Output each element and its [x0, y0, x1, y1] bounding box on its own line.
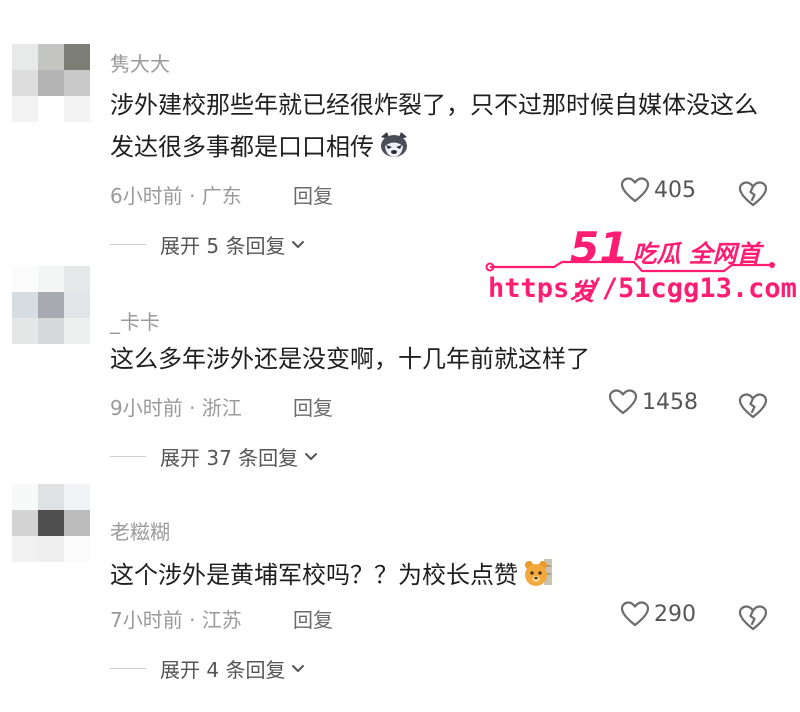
expand-replies-label: 展开 4 条回复	[160, 658, 286, 682]
expand-replies-button[interactable]: 展开 5 条回复	[110, 230, 305, 259]
avatar-mosaic-tile	[38, 484, 64, 510]
reply-button[interactable]: 回复	[293, 180, 333, 209]
avatar-mosaic-tile	[64, 484, 90, 510]
avatar-mosaic-tile	[38, 318, 64, 344]
comment-text: 涉外建校那些年就已经很炸裂了，只不过那时候自媒体没这么发达很多事都是口口相传	[110, 91, 758, 161]
comment-time-location: 6小时前 · 广东	[110, 184, 242, 208]
expand-replies-button[interactable]: 展开 37 条回复	[110, 442, 318, 471]
avatar-mosaic-tile	[12, 292, 38, 318]
heart-icon	[620, 601, 650, 627]
expand-replies-button[interactable]: 展开 4 条回复	[110, 654, 305, 683]
comment-text: 这么多年涉外还是没变啊，十几年前就这样了	[110, 345, 590, 373]
avatar-mosaic-tile	[38, 536, 64, 562]
comment-item: 老糍糊 这个涉外是黄埔军校吗？？为校长点赞 7小时前 · 江苏 回复 290 展…	[0, 484, 800, 702]
divider-line	[110, 244, 146, 245]
avatar-mosaic-tile	[38, 44, 64, 70]
avatar-mosaic-tile	[64, 44, 90, 70]
avatar-mosaic-tile	[38, 266, 64, 292]
avatar-mosaic-tile	[38, 70, 64, 96]
expand-replies-label: 展开 5 条回复	[160, 234, 286, 258]
avatar-mosaic-tile	[38, 96, 64, 122]
chevron-down-icon	[305, 452, 318, 460]
avatar-mosaic-tile	[64, 292, 90, 318]
avatar-mosaic-tile	[64, 266, 90, 292]
avatar-mosaic-tile	[64, 510, 90, 536]
comment-username[interactable]: 老糍糊	[110, 516, 170, 545]
comment-time-location: 7小时前 · 江苏	[110, 608, 242, 632]
avatar-mosaic-tile	[12, 70, 38, 96]
avatar[interactable]	[12, 484, 90, 562]
expand-replies-label: 展开 37 条回复	[160, 446, 299, 470]
like-count: 1458	[642, 389, 698, 415]
chevron-down-icon	[292, 240, 305, 248]
avatar-mosaic-tile	[12, 510, 38, 536]
avatar-mosaic-tile	[12, 484, 38, 510]
avatar-mosaic-tile	[64, 96, 90, 122]
comment-text: 这个涉外是黄埔军校吗？？为校长点赞	[110, 554, 770, 596]
watermark: 51 吃瓜 全网首发 https://51cgg13.com	[480, 215, 797, 315]
reply-button[interactable]: 回复	[293, 604, 333, 633]
avatar-mosaic-tile	[64, 536, 90, 562]
broken-heart-icon[interactable]	[738, 180, 768, 208]
like-button[interactable]: 405	[620, 176, 696, 204]
like-button[interactable]: 1458	[608, 388, 698, 416]
like-button[interactable]: 290	[620, 600, 696, 628]
heart-icon	[608, 389, 638, 415]
husky-emoji-icon	[381, 132, 407, 157]
avatar-mosaic-tile	[64, 318, 90, 344]
avatar[interactable]	[12, 266, 90, 344]
avatar[interactable]	[12, 44, 90, 122]
avatar-mosaic-tile	[12, 266, 38, 292]
broken-heart-icon[interactable]	[738, 604, 768, 632]
avatar-mosaic-tile	[12, 44, 38, 70]
like-count: 405	[654, 177, 696, 203]
chevron-down-icon	[292, 664, 305, 672]
heart-icon	[620, 177, 650, 203]
watermark-url: https://51cgg13.com	[488, 273, 797, 304]
comment-username[interactable]: _卡卡	[110, 306, 160, 335]
broken-heart-icon[interactable]	[738, 392, 768, 420]
avatar-mosaic-tile	[38, 510, 64, 536]
avatar-mosaic-tile	[38, 292, 64, 318]
avatar-mosaic-tile	[12, 96, 38, 122]
divider-line	[110, 456, 146, 457]
reply-button[interactable]: 回复	[293, 392, 333, 421]
comment-time-location: 9小时前 · 浙江	[110, 396, 242, 420]
like-count: 290	[654, 601, 696, 627]
bear-emoji-icon	[525, 559, 552, 586]
avatar-mosaic-tile	[12, 318, 38, 344]
avatar-mosaic-tile	[12, 536, 38, 562]
avatar-mosaic-tile	[64, 70, 90, 96]
comment-username[interactable]: 隽大大	[110, 48, 170, 77]
divider-line	[110, 668, 146, 669]
